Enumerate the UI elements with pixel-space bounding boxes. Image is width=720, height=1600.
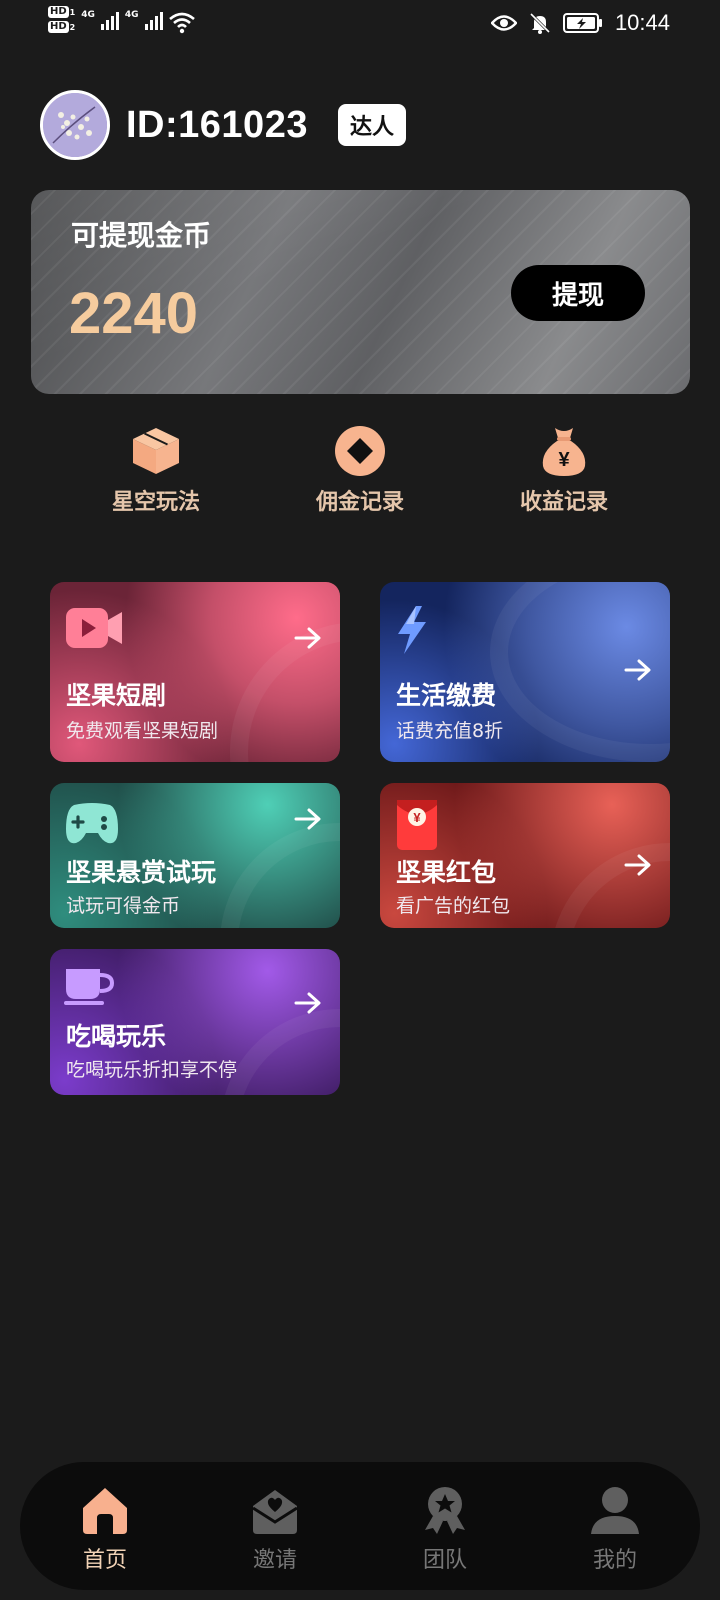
user-id: ID:161023 <box>126 103 308 146</box>
feature-title: 坚果短剧 <box>66 681 167 710</box>
feature-card-food-fun[interactable]: 吃喝玩乐 吃喝玩乐折扣享不停 <box>50 949 340 1095</box>
feature-title: 坚果悬赏试玩 <box>66 858 217 887</box>
tab-label: 首页 <box>82 1548 127 1573</box>
feature-title: 生活缴费 <box>396 681 497 710</box>
card-decoration <box>230 622 340 762</box>
avatar[interactable] <box>40 90 110 160</box>
quick-action-earnings-records[interactable]: ¥ 收益记录 <box>494 424 634 516</box>
invite-envelope-icon <box>252 1490 298 1534</box>
network-type-2: 4G <box>124 10 139 20</box>
profile-person-icon <box>591 1487 639 1534</box>
feature-title: 吃喝玩乐 <box>66 1022 167 1051</box>
feature-subtitle: 看广告的红包 <box>396 895 511 917</box>
status-bar: HD 1 HD 2 4G 4G 10:44 <box>0 0 720 50</box>
status-time: 10:44 <box>614 10 670 35</box>
feature-card-short-drama[interactable]: 坚果短剧 免费观看坚果短剧 <box>50 582 340 762</box>
arrow-right-icon <box>624 854 651 876</box>
home-icon <box>83 1488 127 1534</box>
diamond-icon <box>335 426 385 476</box>
profile-header: ID:161023 达人 <box>40 90 406 160</box>
quick-action-label: 星空玩法 <box>111 490 200 515</box>
lightning-icon <box>398 606 426 654</box>
hd-label: HD <box>48 6 69 18</box>
avatar-image <box>43 93 107 157</box>
signal-icon <box>100 12 119 30</box>
status-left: HD 1 HD 2 4G 4G <box>48 6 195 34</box>
team-medal-icon <box>425 1487 465 1534</box>
tab-mine[interactable]: 我的 <box>555 1484 675 1574</box>
quick-action-label: 收益记录 <box>519 490 608 515</box>
red-envelope-icon: ¥ <box>397 800 437 850</box>
hd-indicators: HD 1 HD 2 <box>48 6 75 33</box>
bottom-tab-bar: 首页 邀请 团队 我的 <box>20 1462 700 1590</box>
hd-indicator-1: HD 1 <box>48 6 75 18</box>
hd-sub: 2 <box>69 22 76 32</box>
app-screen: HD 1 HD 2 4G 4G 10:44 ID:161023 达人 可提现金币… <box>0 0 720 1600</box>
video-camera-icon <box>66 608 122 648</box>
feature-subtitle: 吃喝玩乐折扣享不停 <box>66 1059 238 1081</box>
balance-label: 可提现金币 <box>71 219 212 252</box>
tab-label: 邀请 <box>252 1548 297 1573</box>
hd-indicator-2: HD 2 <box>48 21 75 33</box>
tab-home[interactable]: 首页 <box>45 1484 165 1574</box>
cup-icon <box>64 969 114 1005</box>
tab-label: 团队 <box>422 1548 467 1573</box>
box-icon <box>133 428 179 474</box>
hd-sub: 1 <box>69 7 76 17</box>
balance-card: 可提现金币 2240 提现 <box>31 190 690 394</box>
money-bag-icon: ¥ <box>542 428 586 476</box>
battery-charging-icon <box>562 13 602 33</box>
card-decoration <box>550 843 670 928</box>
wifi-icon <box>168 12 195 34</box>
status-right: 10:44 <box>490 10 670 36</box>
network-type-1: 4G <box>81 10 95 20</box>
quick-action-starry-play[interactable]: 星空玩法 <box>86 424 226 516</box>
quick-actions: 星空玩法 佣金记录 ¥ 收益记录 <box>0 424 720 516</box>
svg-text:¥: ¥ <box>413 810 421 825</box>
feature-subtitle: 话费充值8折 <box>396 720 504 742</box>
eye-icon <box>490 15 517 31</box>
feature-card-reward-trial[interactable]: 坚果悬赏试玩 试玩可得金币 <box>50 783 340 928</box>
feature-subtitle: 免费观看坚果短剧 <box>66 720 219 742</box>
feature-card-red-envelope[interactable]: ¥ 坚果红包 看广告的红包 <box>380 783 670 928</box>
card-decoration <box>220 823 340 928</box>
svg-text:¥: ¥ <box>558 449 570 471</box>
arrow-right-icon <box>624 659 651 681</box>
balance-value: 2240 <box>69 281 199 346</box>
arrow-right-icon <box>294 808 321 830</box>
feature-subtitle: 试玩可得金币 <box>66 895 181 917</box>
card-decoration <box>220 1009 340 1095</box>
signal-icon <box>144 12 163 30</box>
gamepad-icon <box>66 803 118 844</box>
quick-action-label: 佣金记录 <box>315 490 404 515</box>
hd-label: HD <box>48 21 69 33</box>
tab-label: 我的 <box>592 1548 637 1573</box>
user-level-badge: 达人 <box>337 104 406 146</box>
tab-invite[interactable]: 邀请 <box>215 1484 335 1574</box>
bell-muted-icon <box>529 12 550 34</box>
tab-team[interactable]: 团队 <box>385 1484 505 1574</box>
arrow-right-icon <box>294 992 321 1014</box>
quick-action-commission-records[interactable]: 佣金记录 <box>290 424 430 516</box>
feature-card-bill-payment[interactable]: 生活缴费 话费充值8折 <box>380 582 670 762</box>
arrow-right-icon <box>294 627 321 649</box>
feature-title: 坚果红包 <box>396 858 497 887</box>
withdraw-button[interactable]: 提现 <box>511 265 645 321</box>
